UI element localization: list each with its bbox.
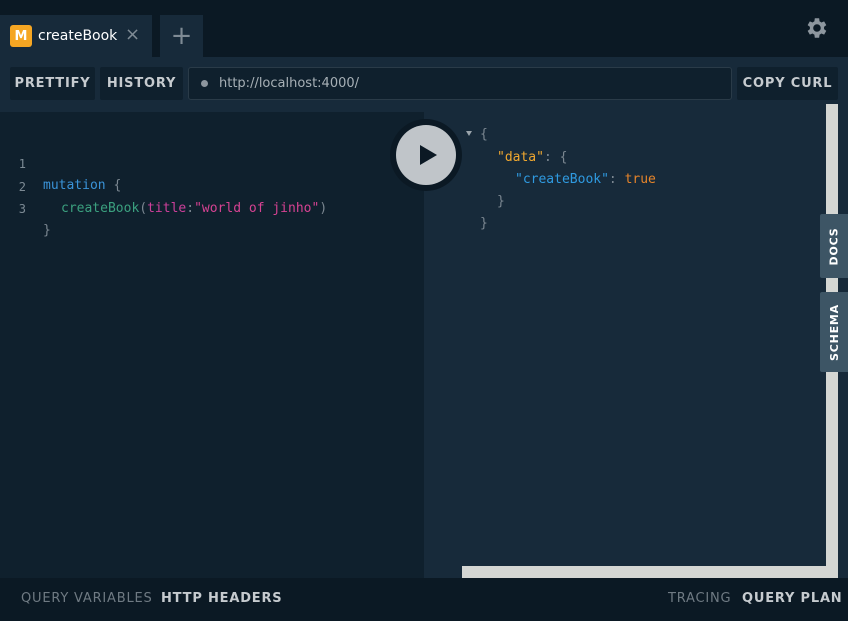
play-icon — [419, 145, 437, 165]
endpoint-url-text: http://localhost:4000/ — [219, 76, 360, 91]
copy-curl-button[interactable]: COPY CURL — [737, 67, 838, 100]
json-value-true: true — [624, 172, 656, 187]
run-button-face — [396, 125, 456, 185]
editor-line-3: 3 } — [0, 176, 424, 238]
field-createbook: createBook — [61, 201, 140, 216]
status-dot-icon — [201, 80, 208, 87]
tab-title: createBook — [38, 28, 118, 44]
prettify-button[interactable]: PRETTIFY — [10, 67, 95, 100]
http-headers-tab[interactable]: HTTP HEADERS — [161, 591, 282, 606]
line-number: 3 — [18, 202, 26, 216]
json-colon: : — [608, 172, 625, 187]
plus-icon[interactable]: + — [160, 15, 203, 57]
fold-triangle-icon[interactable] — [466, 131, 472, 136]
string-value: "world of jinho" — [194, 201, 320, 216]
mutation-badge: M — [10, 25, 32, 47]
query-plan-tab[interactable]: QUERY PLAN — [742, 591, 842, 606]
schema-tab-label: SCHEMA — [827, 303, 841, 361]
horizontal-scrollbar[interactable] — [462, 566, 838, 578]
editor-line-1: 1 mutation { — [0, 131, 424, 193]
endpoint-url-field[interactable]: http://localhost:4000/ — [188, 67, 732, 100]
argument-title: title — [147, 201, 187, 216]
history-button[interactable]: HISTORY — [100, 67, 183, 100]
editor-line-2: 2 createBook(title:"world of jinho") — [0, 154, 424, 216]
result-outer-close-brace: } — [480, 216, 488, 231]
colon: : — [186, 201, 195, 216]
tracing-tab[interactable]: TRACING — [668, 591, 731, 606]
toolbar: PRETTIFY HISTORY http://localhost:4000/ … — [0, 57, 848, 112]
open-paren: ( — [139, 201, 148, 216]
close-brace: } — [43, 223, 51, 238]
settings-gear-icon[interactable] — [803, 15, 829, 41]
query-editor[interactable]: 1 mutation { 2 createBook(title:"world o… — [0, 112, 424, 578]
result-open-brace: { — [480, 127, 488, 142]
bottom-bar: QUERY VARIABLES HTTP HEADERS TRACING QUE… — [0, 578, 848, 621]
query-variables-tab[interactable]: QUERY VARIABLES — [21, 591, 153, 606]
tab-bar: M createBook × + — [0, 0, 848, 57]
result-line-data: "data": { — [497, 147, 567, 169]
run-query-button[interactable] — [390, 119, 462, 191]
json-key-createbook: "createBook" — [515, 172, 609, 187]
docs-tab-label: DOCS — [827, 227, 841, 265]
schema-tab[interactable]: SCHEMA — [820, 292, 848, 372]
result-line-createbook: "createBook": true — [515, 169, 656, 191]
result-pane: { "data": { "createBook": true } } — [424, 112, 826, 578]
result-inner-close-brace: } — [497, 194, 505, 209]
close-paren: ) — [319, 201, 328, 216]
json-colon: : { — [543, 150, 568, 165]
close-icon[interactable]: × — [125, 26, 140, 44]
json-key-data: "data" — [497, 150, 544, 165]
docs-tab[interactable]: DOCS — [820, 214, 848, 278]
tab-createbook[interactable]: M createBook × — [0, 15, 152, 57]
